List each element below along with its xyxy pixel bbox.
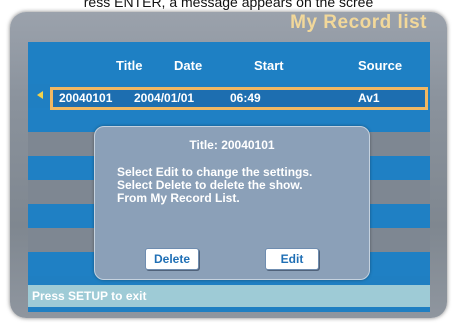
confirm-dialog: Title: 20040101 Select Edit to change th… — [94, 126, 370, 280]
cell-date: 2004/01/01 — [134, 91, 195, 105]
cell-source: Av1 — [358, 91, 380, 105]
column-header-date: Date — [174, 58, 203, 73]
screen-title: My Record list — [290, 12, 427, 33]
instruction-caption: ress ENTER, a message appears on the scr… — [83, 0, 374, 10]
dialog-message-line: From My Record List. — [117, 191, 240, 205]
table-row-selected[interactable]: 20040101 2004/01/01 06:49 Av1 — [50, 87, 428, 110]
tv-screen-frame: My Record list Title Date Start Source 2… — [10, 12, 447, 318]
column-header-start: Start — [254, 58, 284, 73]
column-header-source: Source — [358, 58, 403, 73]
dialog-title: Title: 20040101 — [189, 138, 275, 152]
footer-hint: Press SETUP to exit — [32, 289, 147, 303]
column-header-row: Title Date Start Source — [28, 42, 430, 84]
cell-start: 06:49 — [230, 91, 261, 105]
delete-button[interactable]: Delete — [145, 248, 199, 270]
footer-bar: Press SETUP to exit — [28, 285, 430, 307]
record-list-screen: Title Date Start Source 20040101 2004/01… — [28, 42, 430, 312]
cell-title: 20040101 — [59, 91, 113, 105]
edit-button[interactable]: Edit — [265, 248, 319, 270]
column-header-title: Title — [116, 58, 143, 73]
left-arrow-icon — [37, 91, 43, 99]
dialog-message: Select Edit to change the settings. Sele… — [117, 166, 367, 205]
